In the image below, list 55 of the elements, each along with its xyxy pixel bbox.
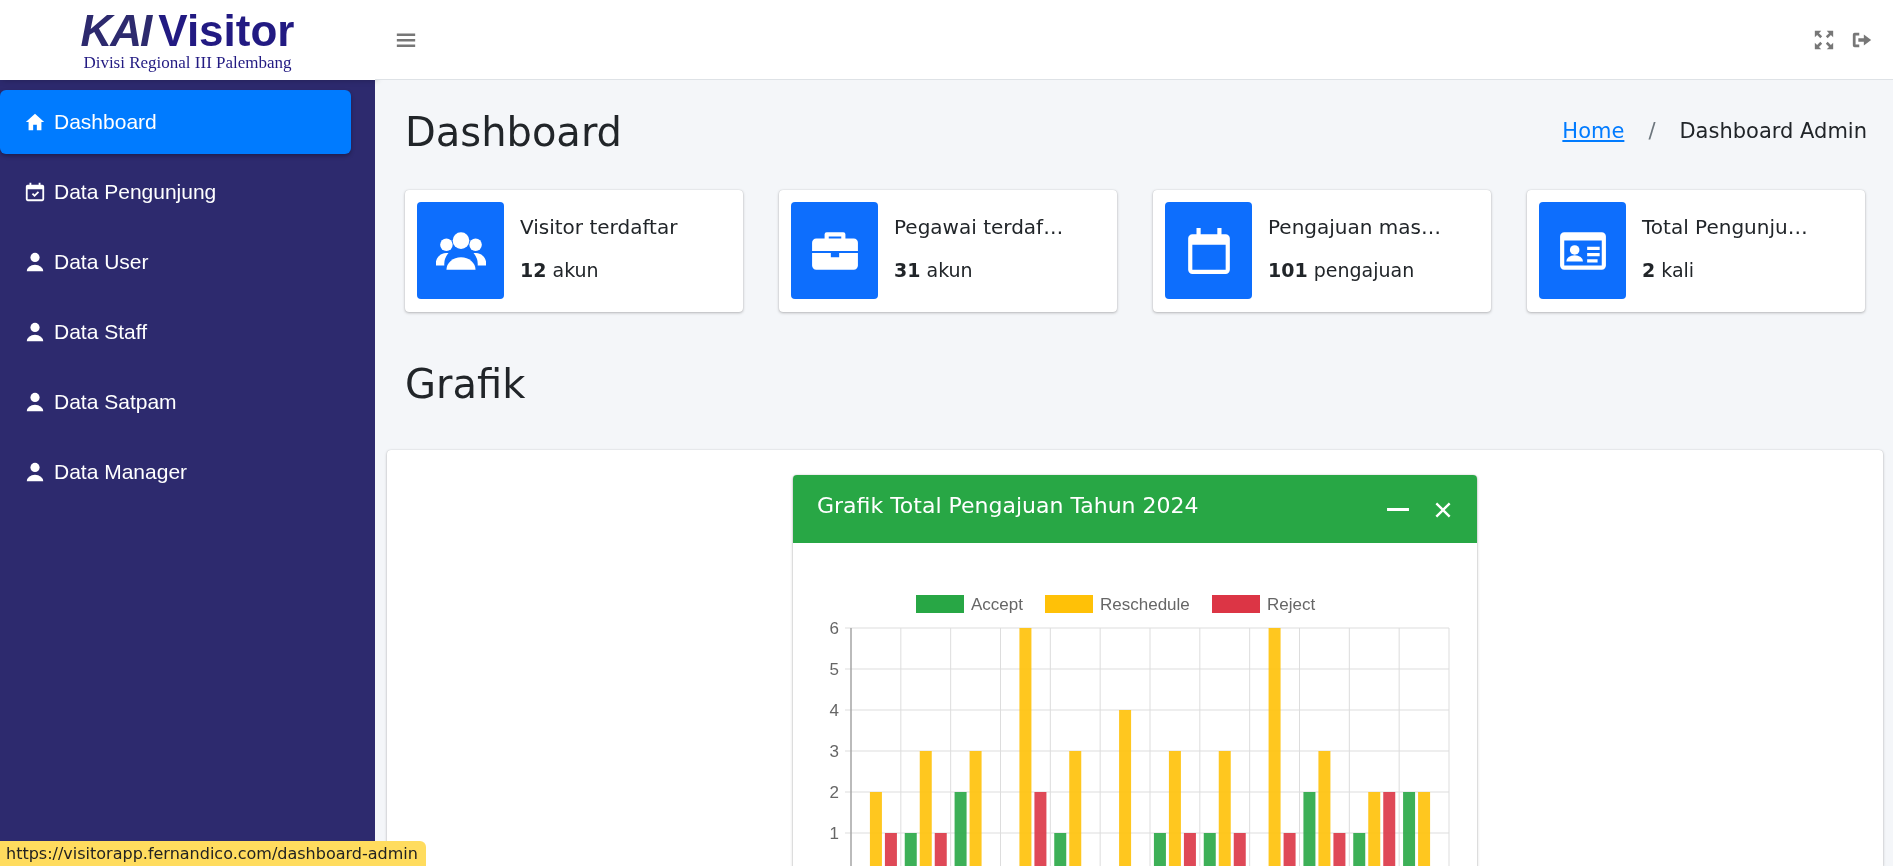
bar xyxy=(1353,833,1366,866)
legend-label: Accept xyxy=(971,595,1024,614)
info-label: Pegawai terdaf… xyxy=(894,214,1064,241)
legend-item: Accept xyxy=(916,595,1023,614)
legend-label: Reject xyxy=(1267,595,1316,614)
expand-icon xyxy=(1813,29,1835,51)
bar xyxy=(1333,833,1346,866)
y-tick-label: 3 xyxy=(829,742,839,761)
info-value: 2 kali xyxy=(1642,258,1696,283)
home-icon xyxy=(24,111,46,133)
bar xyxy=(1203,833,1216,866)
minus-icon xyxy=(1387,507,1409,512)
status-bar-url: https://visitorapp.fernandico.com/dashboard-admin xyxy=(0,841,426,866)
legend-item: Reschedule xyxy=(1045,595,1190,614)
bar xyxy=(904,833,917,866)
user-icon xyxy=(24,251,46,273)
logo-subtitle: Divisi Regional III Palembang xyxy=(83,54,292,71)
sidebar-item[interactable]: Dashboard xyxy=(0,90,351,154)
sidebar-item[interactable]: Data Manager xyxy=(0,440,351,504)
sidebar-item[interactable]: Data Pengunjung xyxy=(0,160,351,224)
info-value: 101 pengajuan xyxy=(1268,258,1416,283)
breadcrumb-link[interactable]: Home xyxy=(1562,116,1625,148)
y-tick-label: 4 xyxy=(829,701,839,720)
bar xyxy=(884,833,897,866)
bar xyxy=(1153,833,1166,866)
breadcrumb-separator: / xyxy=(1648,118,1656,146)
info-label: Pengajuan mas… xyxy=(1268,214,1441,241)
user-icon xyxy=(24,391,46,413)
info-label: Total Pengunju… xyxy=(1642,214,1808,241)
section-title: Grafik xyxy=(404,360,527,408)
user-icon xyxy=(24,321,46,343)
bar xyxy=(934,833,947,866)
sidebar-item[interactable]: Data Staff xyxy=(0,300,351,364)
info-value: 31 akun xyxy=(894,258,974,283)
sidebar-item[interactable]: Data User xyxy=(0,230,351,294)
bar xyxy=(1233,833,1246,866)
bar xyxy=(1183,833,1196,866)
logo-mark: KAI xyxy=(80,9,151,53)
chart-card-title: Grafik Total Pengajuan Tahun 2024 xyxy=(817,491,1199,520)
page-title: Dashboard xyxy=(405,108,622,156)
sidebar-item[interactable]: Data Satpam xyxy=(0,370,351,434)
logo-title: Visitor xyxy=(158,9,295,53)
legend-item: Reject xyxy=(1212,595,1316,614)
y-tick-label: 6 xyxy=(829,619,839,638)
breadcrumb-current: Dashboard Admin xyxy=(1679,118,1867,146)
bar xyxy=(1283,833,1296,866)
y-tick-label: 1 xyxy=(829,824,839,843)
calendar-check-icon xyxy=(24,181,46,203)
info-value: 12 akun xyxy=(520,258,600,283)
legend-label: Reschedule xyxy=(1100,595,1190,614)
bar xyxy=(1054,833,1067,866)
info-label: Visitor terdaftar xyxy=(520,214,678,241)
y-tick-label: 2 xyxy=(829,783,839,802)
y-tick-label: 5 xyxy=(829,660,839,679)
user-icon xyxy=(24,461,46,483)
